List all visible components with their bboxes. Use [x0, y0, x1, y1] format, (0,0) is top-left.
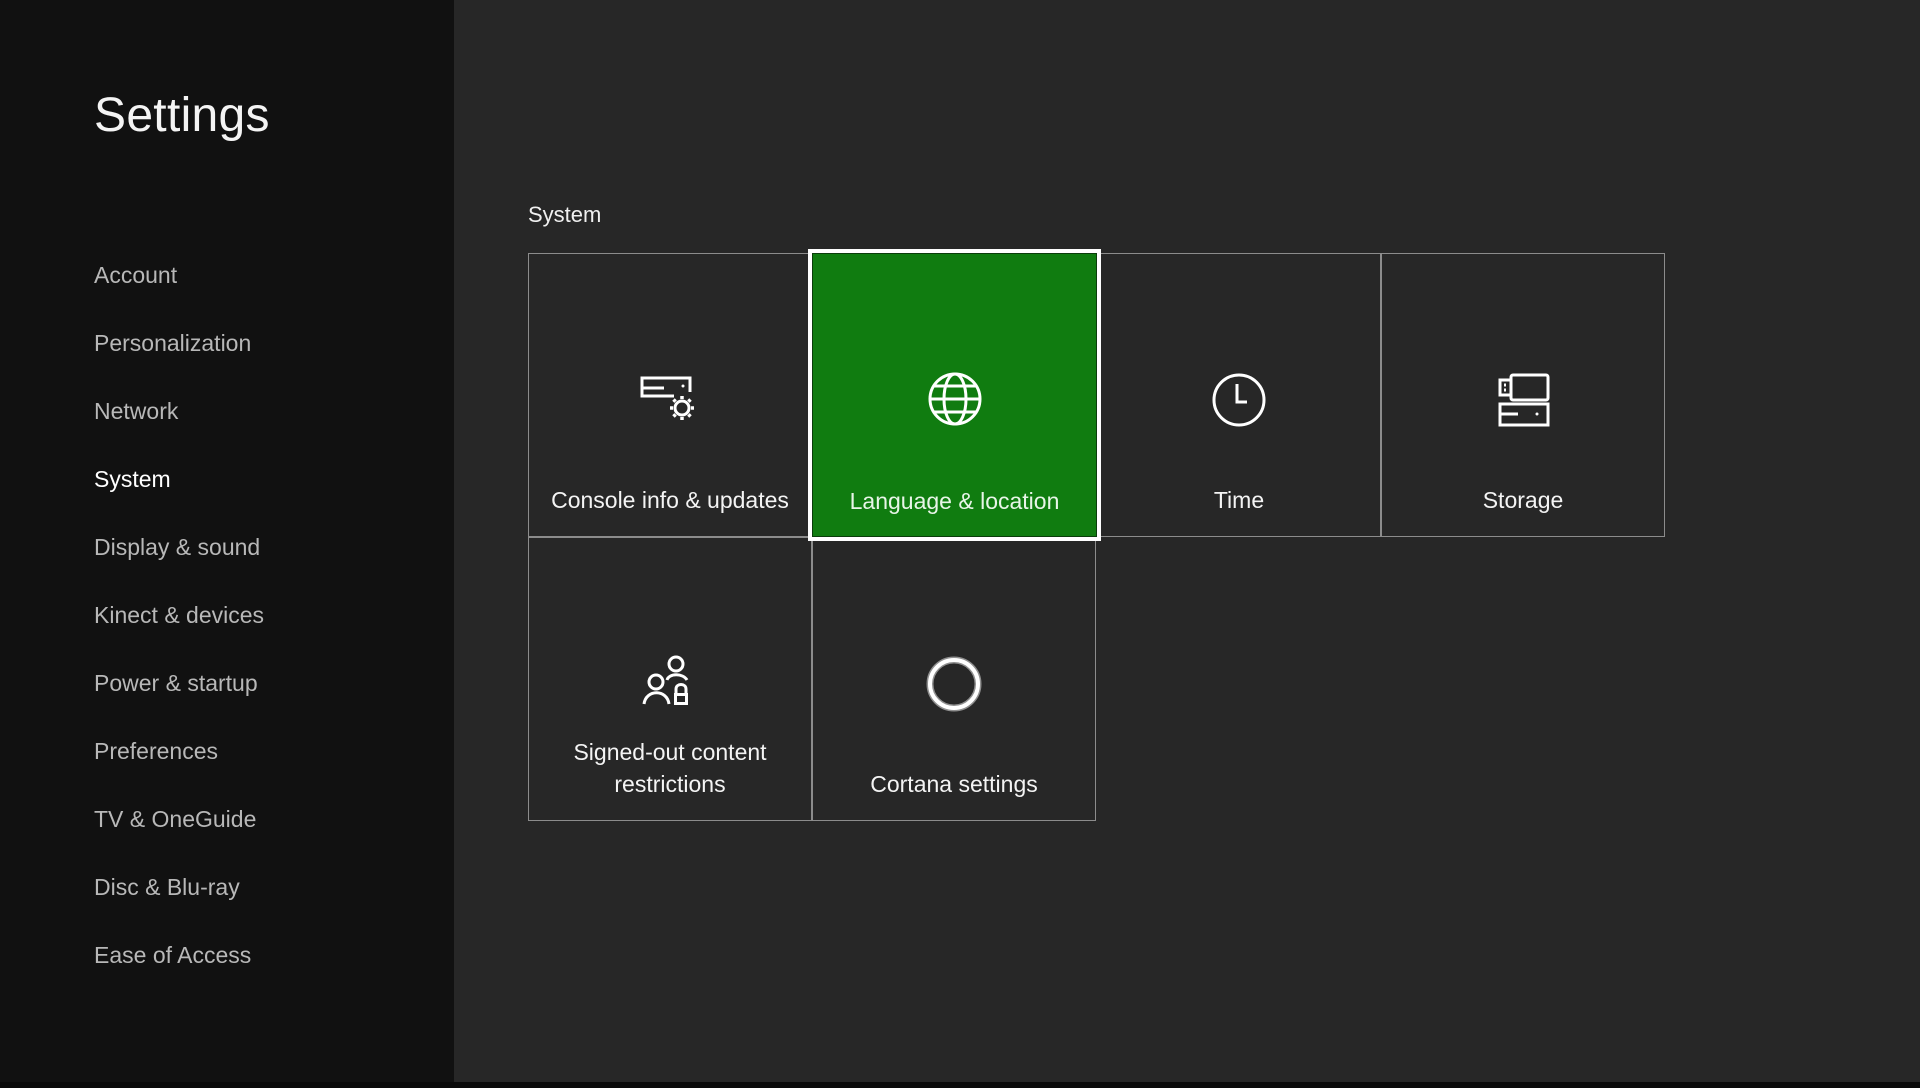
cortana-icon [926, 656, 982, 712]
sidebar: Settings Account Personalization Network… [0, 0, 454, 1082]
sidebar-item-ease-of-access[interactable]: Ease of Access [94, 935, 264, 1003]
console-settings-icon [640, 376, 694, 420]
tile-label: Console info & updates [551, 487, 789, 513]
sidebar-item-tv-oneguide[interactable]: TV & OneGuide [94, 799, 264, 867]
sidebar-item-display-sound[interactable]: Display & sound [94, 527, 264, 595]
tile-storage[interactable]: Storage [1381, 253, 1665, 537]
system-tiles-grid: Console info & updates Language & locati… [528, 249, 1666, 822]
screen-bottom-edge [0, 1082, 1920, 1088]
tile-cortana-settings[interactable]: Cortana settings [812, 537, 1096, 821]
users-lock-icon [642, 655, 689, 705]
tile-time[interactable]: Time [1097, 253, 1381, 537]
tile-signed-out-content-restrictions[interactable]: Signed-out content restrictions [528, 537, 812, 821]
sidebar-item-personalization[interactable]: Personalization [94, 323, 264, 391]
clock-icon [1212, 373, 1266, 427]
sidebar-item-account[interactable]: Account [94, 255, 264, 323]
tile-label: Storage [1482, 487, 1564, 513]
storage-icon [1498, 373, 1550, 427]
sidebar-item-network[interactable]: Network [94, 391, 264, 459]
sidebar-item-power-startup[interactable]: Power & startup [94, 663, 264, 731]
tile-language-location[interactable]: Language & location [808, 249, 1101, 541]
globe-icon [928, 372, 981, 426]
tile-label: Signed-out content restrictions [573, 739, 767, 797]
page-title: Settings [94, 89, 270, 142]
sidebar-item-kinect-devices[interactable]: Kinect & devices [94, 595, 264, 663]
section-title: System [528, 202, 602, 227]
tile-label: Language & location [849, 488, 1060, 514]
settings-nav: Account Personalization Network System D… [94, 255, 264, 1003]
sidebar-item-system[interactable]: System [94, 459, 264, 527]
tile-label: Cortana settings [870, 771, 1038, 797]
tile-label: Time [1213, 487, 1265, 513]
sidebar-item-disc-bluray[interactable]: Disc & Blu-ray [94, 867, 264, 935]
tile-console-info-updates[interactable]: Console info & updates [528, 253, 812, 537]
sidebar-item-preferences[interactable]: Preferences [94, 731, 264, 799]
